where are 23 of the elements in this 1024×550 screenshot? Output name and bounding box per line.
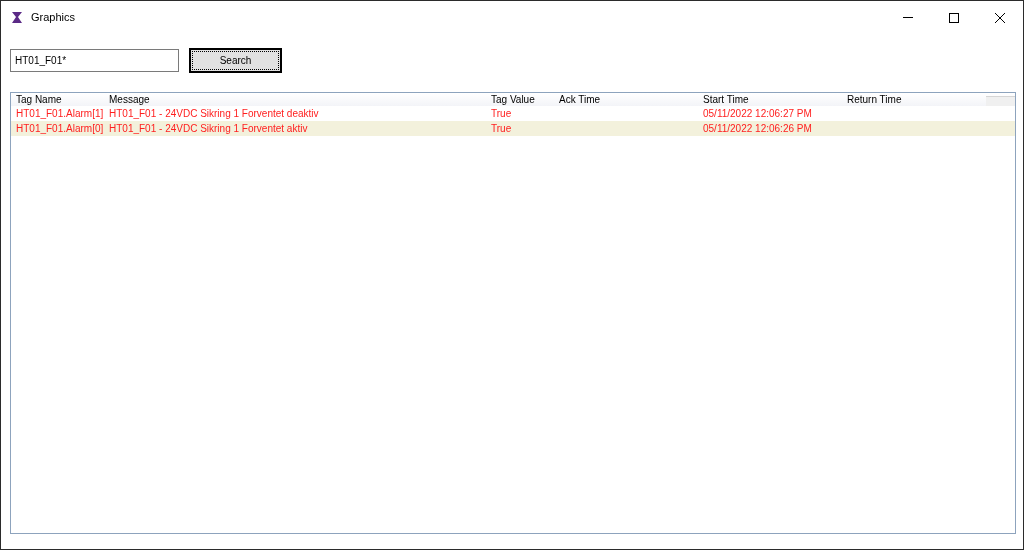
table-cell-text: HT01_F01 - 24VDC Sikring 1 Forventet aktiv [108, 122, 309, 136]
column-header[interactable]: Tag Name [11, 93, 104, 106]
column-header[interactable]: Start Time [698, 93, 842, 106]
table-row[interactable]: HT01_F01.Alarm[1] HT01_F01 - 24VDC Sikring 1 Forventet deaktiv True 05/11/2022 12:06:27 PM [11, 106, 1015, 121]
window-title: Graphics [31, 10, 76, 26]
column-header[interactable]: Return Time [842, 93, 986, 106]
close-icon [995, 12, 1005, 23]
table-cell-text: HT01_F01 - 24VDC Sikring 1 Forventet deaktiv [108, 107, 320, 121]
header-filler [986, 96, 1015, 106]
table-cell-text: True [490, 107, 513, 121]
table-cell-text: 05/11/2022 12:06:26 PM [702, 122, 813, 136]
column-header[interactable]: Tag Value [486, 93, 554, 106]
table-cell-text: HT01_F01.Alarm[1] [15, 107, 104, 121]
app-icon [11, 11, 23, 24]
table-cell-text: True [490, 122, 513, 136]
search-field[interactable]: HT01_F01* [10, 48, 179, 72]
column-header[interactable]: Message [104, 93, 486, 106]
maximize-icon [949, 12, 959, 23]
table-cell-text: 05/11/2022 12:06:27 PM [702, 107, 813, 121]
minimize-icon [903, 17, 913, 18]
column-header[interactable]: Ack Time [554, 93, 698, 106]
search-button[interactable]: Search [189, 47, 282, 73]
table-cell-text: HT01_F01.Alarm[0] [15, 122, 104, 136]
